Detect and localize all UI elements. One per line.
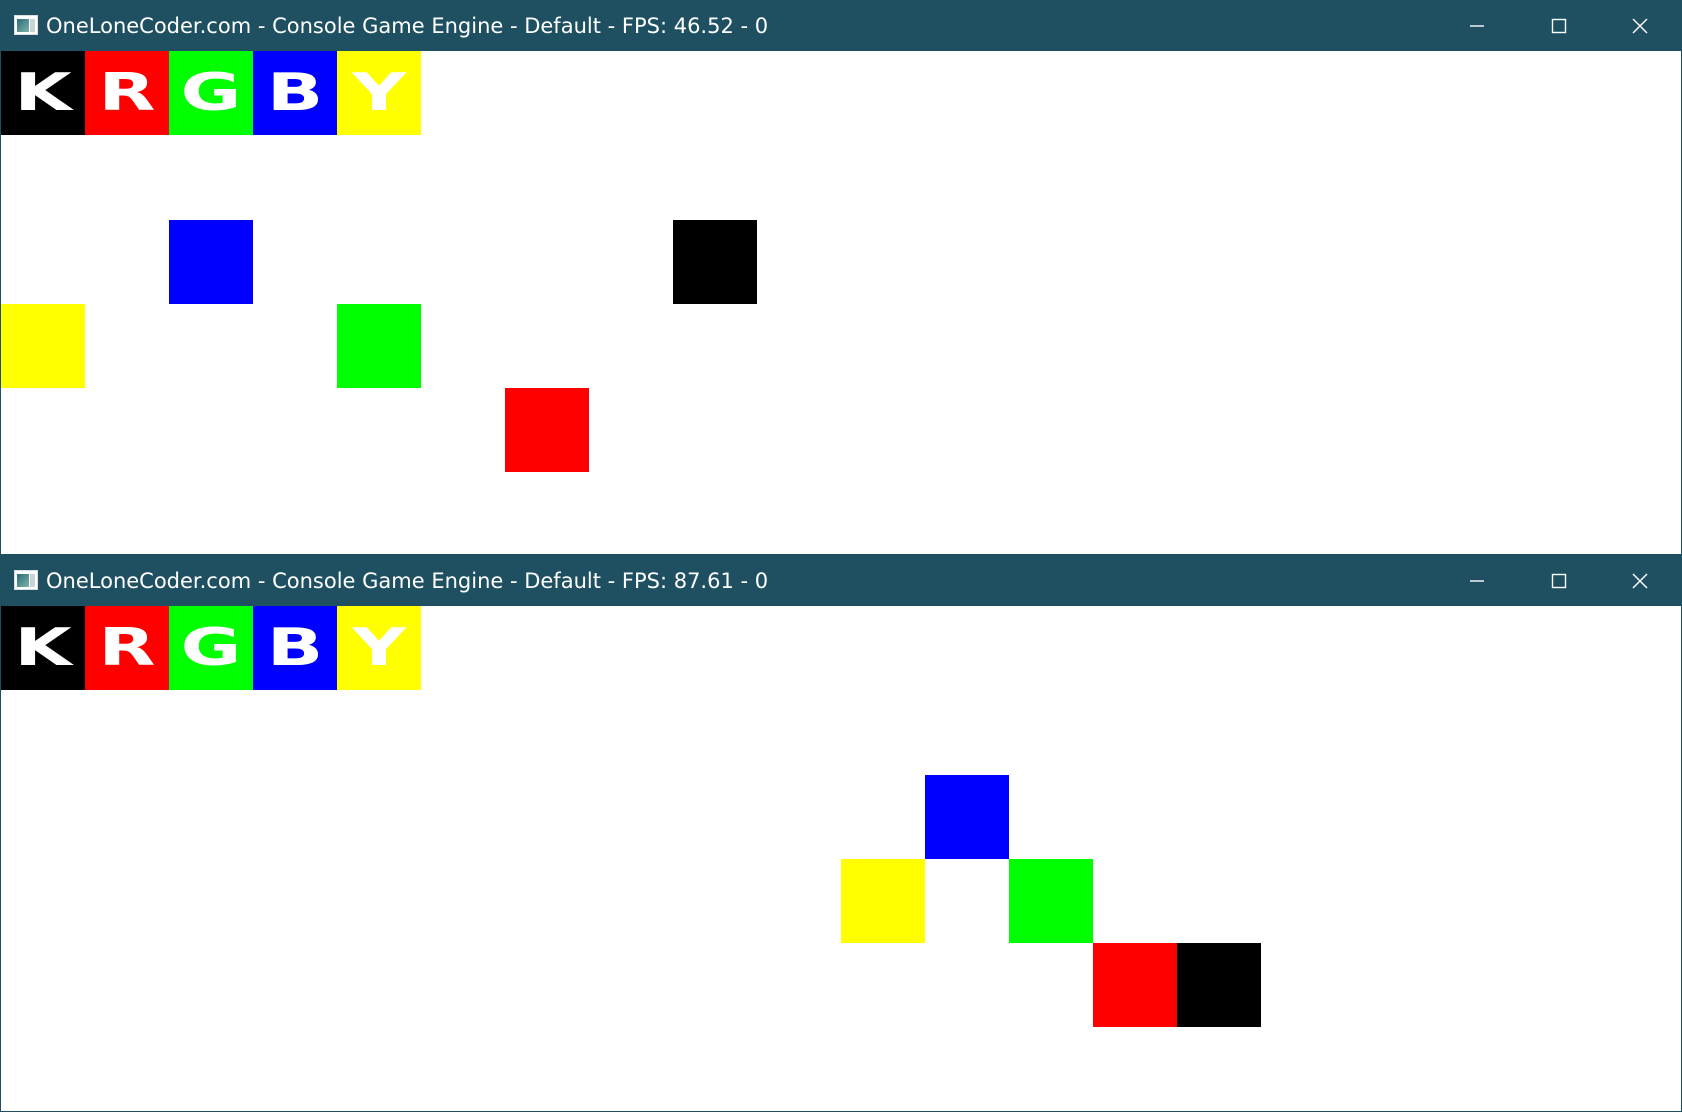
palette-cell-yellow: Y [337,51,421,135]
palette-letter: R [98,62,156,123]
game-window-1: OneLoneCoder.com - Console Game Engine -… [0,0,1682,555]
red-block [505,388,589,472]
palette-cell-blue: B [253,51,337,135]
palette-letter: B [266,617,324,678]
game-canvas[interactable]: K R G B Y [1,606,1681,1111]
red-block [1093,943,1177,1027]
window-title: OneLoneCoder.com - Console Game Engine -… [46,14,769,38]
palette-cell-green: G [169,51,253,135]
game-window-2: OneLoneCoder.com - Console Game Engine -… [0,555,1682,1112]
game-canvas[interactable]: K R G B Y [1,51,1681,554]
green-block [337,304,421,388]
minimize-icon [1470,580,1484,582]
blue-block [169,220,253,304]
palette-cell-black: K [1,51,85,135]
palette-cell-red: R [85,606,169,690]
palette-letter: G [180,62,242,123]
palette-letter: B [266,62,324,123]
black-block [673,220,757,304]
palette-letter: G [180,617,242,678]
close-icon [1632,18,1648,34]
minimize-button[interactable] [1437,0,1517,51]
console-app-icon[interactable] [14,570,38,590]
blue-block [925,775,1009,859]
palette-cell-black: K [1,606,85,690]
close-icon [1632,573,1648,589]
minimize-button[interactable] [1437,555,1517,606]
title-bar[interactable]: OneLoneCoder.com - Console Game Engine -… [0,555,1682,606]
palette-letter: Y [352,62,406,123]
window-title: OneLoneCoder.com - Console Game Engine -… [46,569,769,593]
palette-cell-red: R [85,51,169,135]
palette-letter: K [14,62,72,123]
close-button[interactable] [1600,0,1680,51]
palette-cell-blue: B [253,606,337,690]
black-block [1177,943,1261,1027]
maximize-button[interactable] [1519,0,1599,51]
green-block [1009,859,1093,943]
console-app-icon[interactable] [14,15,38,35]
close-button[interactable] [1600,555,1680,606]
minimize-icon [1470,25,1484,27]
palette-letter: K [14,617,72,678]
yellow-block [1,304,85,388]
palette-cell-yellow: Y [337,606,421,690]
palette-letter: Y [352,617,406,678]
maximize-icon [1551,573,1567,589]
maximize-button[interactable] [1519,555,1599,606]
maximize-icon [1551,18,1567,34]
palette-cell-green: G [169,606,253,690]
palette-letter: R [98,617,156,678]
title-bar[interactable]: OneLoneCoder.com - Console Game Engine -… [0,0,1682,51]
yellow-block [841,859,925,943]
